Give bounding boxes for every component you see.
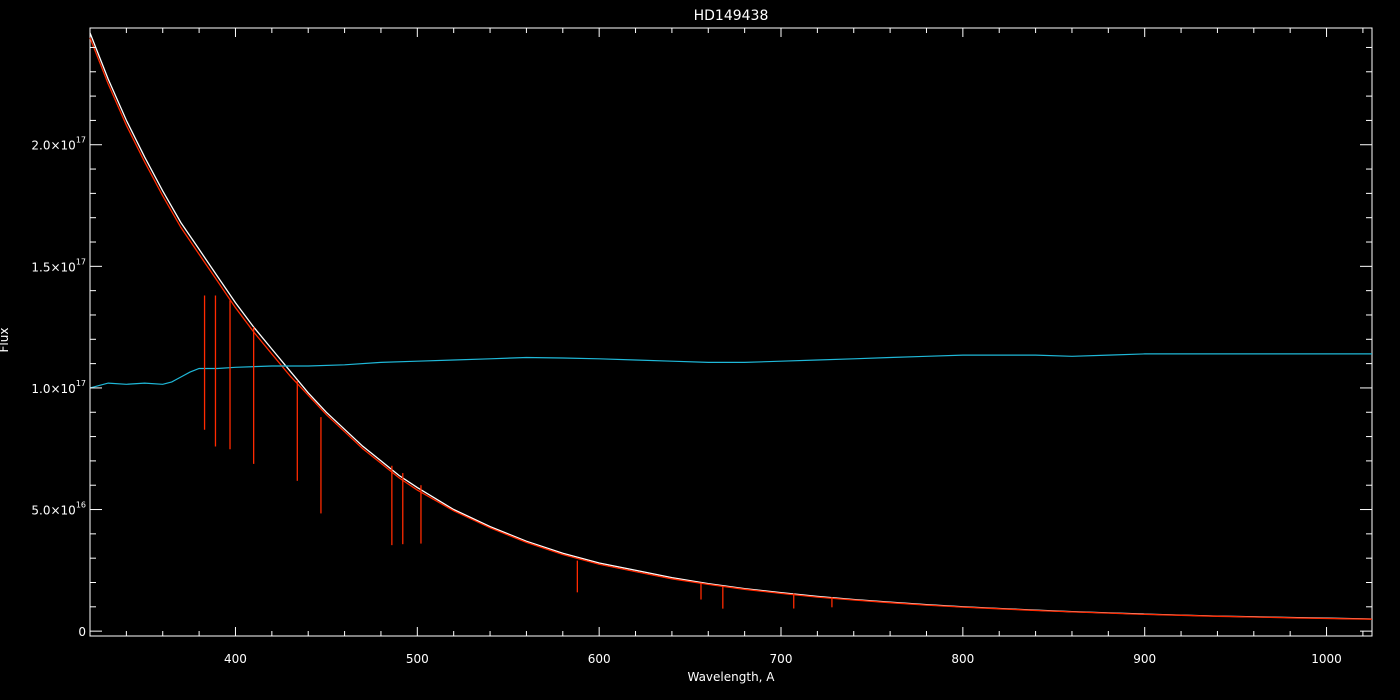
y-axis-label: Flux: [0, 328, 11, 353]
x-tick-label: 800: [951, 652, 974, 666]
spectrum-chart: HD149438 400 500 600 700 800 900 100005.0×1016…: [0, 0, 1400, 700]
x-tick-label: 1000: [1311, 652, 1342, 666]
x-tick-label: 500: [406, 652, 429, 666]
chart-title: HD149438: [694, 8, 769, 24]
chart-background: [0, 0, 1400, 700]
x-axis-label: Wavelength, A: [687, 670, 775, 684]
x-tick-label: 600: [588, 652, 611, 666]
x-tick-label: 700: [770, 652, 793, 666]
x-tick-label: 400: [224, 652, 247, 666]
y-tick-label: 0: [78, 625, 86, 639]
x-tick-label: 900: [1133, 652, 1156, 666]
